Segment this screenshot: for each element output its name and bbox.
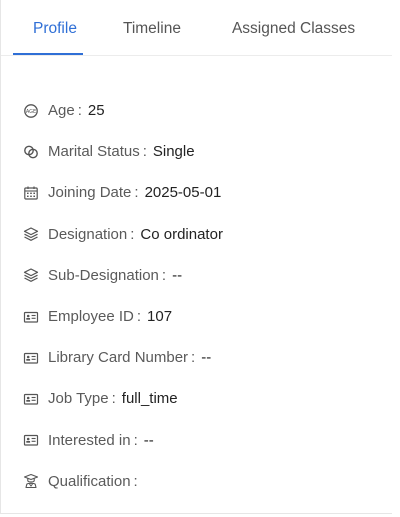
detail-label: Interested in	[48, 431, 131, 449]
detail-row-marital-status: Marital Status: Single	[1, 131, 392, 172]
detail-value: 25	[87, 102, 105, 120]
layers-icon	[23, 226, 39, 242]
detail-value: --	[143, 431, 154, 449]
detail-value: --	[172, 266, 183, 284]
detail-label: Age	[48, 102, 75, 120]
separator: :	[111, 390, 116, 408]
gauge-icon: AGE	[23, 103, 39, 119]
detail-label: Sub-Designation	[48, 266, 159, 284]
separator: :	[136, 308, 142, 326]
detail-label: Joining Date	[48, 184, 132, 202]
graduate-icon	[23, 473, 39, 489]
detail-row-sub-designation: Sub-Designation: --	[1, 255, 392, 296]
detail-label: Marital Status	[48, 143, 140, 161]
separator: :	[134, 184, 139, 202]
detail-row-job-type: Job Type: full_time	[1, 378, 392, 419]
detail-value: 107	[147, 308, 173, 326]
separator: :	[130, 225, 135, 243]
detail-row-interested-in: Interested in: --	[1, 420, 392, 461]
detail-label: Designation	[48, 225, 128, 243]
detail-row-employee-id: Employee ID:107	[1, 296, 392, 337]
detail-row-joining-date: Joining Date:2025-05-01	[1, 172, 392, 213]
separator: :	[191, 349, 196, 367]
calendar-icon	[23, 185, 39, 201]
id-card-icon	[23, 350, 39, 366]
separator: :	[133, 472, 138, 490]
tab-bar: Profile Timeline Assigned Classes	[1, 0, 392, 56]
rings-icon	[23, 144, 39, 160]
detail-row-qualification: Qualification:	[1, 461, 392, 502]
profile-panel: Profile Timeline Assigned Classes AGE Ag…	[0, 0, 392, 514]
detail-row-designation: Designation: Co ordinator	[1, 214, 392, 255]
tab-assigned-classes[interactable]: Assigned Classes	[232, 0, 355, 55]
id-card-icon	[23, 391, 39, 407]
svg-text:AGE: AGE	[26, 109, 36, 115]
detail-value: Co ordinator	[140, 225, 223, 243]
detail-value: 2025-05-01	[144, 184, 222, 202]
detail-label: Qualification	[48, 472, 131, 490]
id-card-icon	[23, 432, 39, 448]
separator: :	[77, 102, 82, 120]
tab-profile[interactable]: Profile	[13, 0, 83, 55]
separator: :	[161, 266, 167, 284]
detail-value: full_time	[121, 390, 178, 408]
separator: :	[133, 431, 138, 449]
separator: :	[142, 143, 147, 161]
detail-row-age: AGE Age:25	[1, 90, 392, 131]
profile-details: AGE Age:25 Marital Status: Single Joining…	[1, 56, 392, 502]
detail-label: Job Type	[48, 390, 109, 408]
tab-timeline[interactable]: Timeline	[123, 0, 181, 55]
id-card-icon	[23, 309, 39, 325]
detail-row-library-card-number: Library Card Number: --	[1, 337, 392, 378]
detail-value: --	[201, 349, 212, 367]
detail-label: Employee ID	[48, 308, 134, 326]
detail-label: Library Card Number	[48, 349, 189, 367]
detail-value: Single	[152, 143, 195, 161]
layers-icon	[23, 267, 39, 283]
